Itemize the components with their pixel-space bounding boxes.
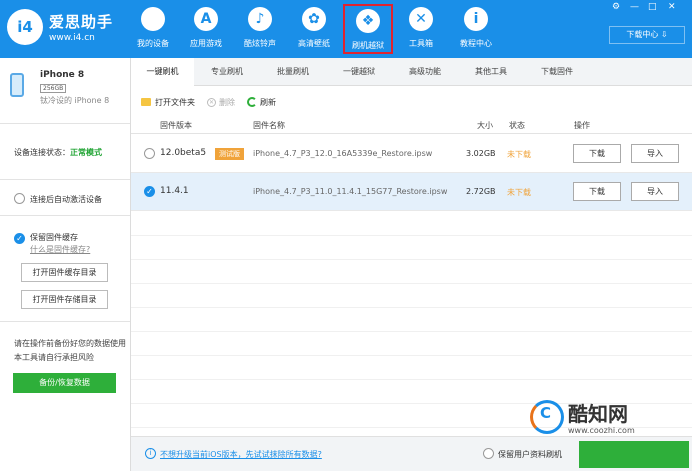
device-name: iPhone 8 bbox=[40, 70, 85, 80]
open-storage-dir-button[interactable]: 打开固件存储目录 bbox=[21, 290, 108, 309]
download-arrow-icon: ⇩ bbox=[660, 30, 668, 39]
nav-tutorials[interactable]: i 教程中心 bbox=[451, 4, 501, 56]
header-version: 固件版本 bbox=[160, 121, 192, 130]
device-model: 钛冷设的 iPhone 8 bbox=[40, 96, 110, 105]
divider bbox=[0, 123, 130, 124]
device-capacity: 256GB bbox=[40, 84, 67, 93]
empty-row bbox=[131, 308, 692, 332]
empty-row bbox=[131, 260, 692, 284]
tab-other-tools[interactable]: 其他工具 bbox=[458, 58, 524, 86]
header-name: 固件名称 bbox=[253, 121, 285, 130]
app-title: 爱思助手 bbox=[49, 13, 114, 31]
download-center-button[interactable]: 下载中心 ⇩ bbox=[609, 26, 685, 44]
tab-batch-flash[interactable]: 批量刷机 bbox=[260, 58, 326, 86]
watermark: C 酷知网 www.coozhi.com bbox=[530, 396, 680, 444]
empty-row bbox=[131, 236, 692, 260]
firmware-size: 3.02GB bbox=[466, 149, 496, 158]
empty-row bbox=[131, 284, 692, 308]
info-circle-icon: i bbox=[145, 448, 156, 459]
connection-status: 设备连接状态：正常模式 bbox=[14, 148, 102, 157]
nav-my-device[interactable]: 我的设备 bbox=[128, 4, 178, 56]
what-is-cache-link[interactable]: 什么是固件缓存? bbox=[30, 244, 90, 255]
firmware-size: 2.72GB bbox=[466, 187, 496, 196]
settings-icon[interactable]: ⚙ bbox=[612, 2, 620, 12]
minimize-icon[interactable]: — bbox=[630, 2, 639, 12]
header-size: 大小 bbox=[477, 121, 493, 130]
firmware-name: iPhone_4.7_P3_11.0_11.4.1_15G77_Restore.… bbox=[253, 187, 448, 196]
delete-icon: ✕ bbox=[207, 97, 216, 107]
divider bbox=[0, 321, 130, 322]
nav-toolbox[interactable]: ✕ 工具箱 bbox=[396, 4, 446, 56]
firmware-selected-check[interactable]: ✓ bbox=[144, 186, 155, 197]
erase-data-link[interactable]: 不想升级当前iOS版本，先试试抹除所有数据? bbox=[160, 449, 322, 460]
nav-ringtones[interactable]: ♪ 酷炫铃声 bbox=[235, 4, 285, 56]
beta-badge: 测试版 bbox=[215, 148, 244, 160]
wallpaper-icon: ✿ bbox=[302, 7, 326, 31]
info-icon: i bbox=[464, 7, 488, 31]
app-store-icon: A bbox=[194, 7, 218, 31]
delete-button[interactable]: ✕ 删除 bbox=[207, 97, 235, 108]
tab-pro-flash[interactable]: 专业刷机 bbox=[194, 58, 260, 86]
nav-apps-games[interactable]: A 应用游戏 bbox=[181, 4, 231, 56]
empty-row bbox=[131, 212, 692, 236]
open-cache-dir-button[interactable]: 打开固件缓存目录 bbox=[21, 263, 108, 282]
app-logo: i4 爱思助手 www.i4.cn bbox=[7, 9, 113, 45]
watermark-url: www.coozhi.com bbox=[568, 426, 635, 435]
tab-advanced[interactable]: 高级功能 bbox=[392, 58, 458, 86]
tools-icon: ✕ bbox=[409, 7, 433, 31]
import-button[interactable]: 导入 bbox=[631, 182, 679, 201]
refresh-icon bbox=[247, 97, 257, 107]
backup-restore-button[interactable]: 备份/恢复数据 bbox=[13, 373, 116, 393]
apple-icon bbox=[141, 7, 165, 31]
import-button[interactable]: 导入 bbox=[631, 144, 679, 163]
divider bbox=[0, 215, 130, 216]
auto-activate-radio[interactable] bbox=[14, 193, 25, 204]
tab-bar: 一键刷机 专业刷机 批量刷机 一键越狱 高级功能 其他工具 下载固件 bbox=[131, 58, 692, 87]
download-button[interactable]: 下载 bbox=[573, 144, 621, 163]
folder-icon bbox=[141, 98, 151, 106]
nav-flash-jailbreak[interactable]: ❖ 刷机越狱 bbox=[343, 4, 393, 54]
tab-download-firmware[interactable]: 下载固件 bbox=[524, 58, 590, 86]
close-icon[interactable]: ✕ bbox=[668, 2, 676, 12]
firmware-version: 11.4.1 bbox=[160, 186, 189, 196]
tab-one-click-flash[interactable]: 一键刷机 bbox=[131, 58, 194, 87]
backup-warning: 请在操作前备份好您的数据使用本工具请自行承担风险 bbox=[14, 339, 126, 362]
download-button[interactable]: 下载 bbox=[573, 182, 621, 201]
table-row[interactable]: ✓ 11.4.1 iPhone_4.7_P3_11.0_11.4.1_15G77… bbox=[131, 173, 692, 211]
firmware-name: iPhone_4.7_P3_12.0_16A5339e_Restore.ipsw bbox=[253, 149, 433, 158]
i4-logo-icon: i4 bbox=[7, 9, 43, 45]
app-url: www.i4.cn bbox=[49, 33, 95, 43]
table-row[interactable]: 12.0beta5 测试版 iPhone_4.7_P3_12.0_16A5339… bbox=[131, 135, 692, 173]
dropbox-icon: ❖ bbox=[356, 9, 380, 33]
firmware-version: 12.0beta5 bbox=[160, 148, 207, 158]
divider bbox=[0, 179, 130, 180]
phone-icon bbox=[10, 73, 24, 97]
table-header: 固件版本 固件名称 大小 状态 操作 bbox=[131, 117, 692, 134]
watermark-text: 酷知网 bbox=[568, 402, 628, 426]
refresh-button[interactable]: 刷新 bbox=[247, 97, 276, 108]
open-folder-button[interactable]: 打开文件夹 bbox=[141, 97, 195, 108]
header-actions: 操作 bbox=[574, 121, 590, 130]
tab-one-click-jailbreak[interactable]: 一键越狱 bbox=[326, 58, 392, 86]
keep-cache-label: 保留固件缓存 bbox=[30, 233, 78, 242]
keep-data-radio[interactable] bbox=[483, 448, 494, 459]
keep-data-label: 保留用户资料刷机 bbox=[498, 450, 562, 459]
firmware-status: 未下载 bbox=[507, 150, 531, 159]
sidebar: iPhone 8 256GB 钛冷设的 iPhone 8 设备连接状态：正常模式… bbox=[0, 58, 131, 471]
nav-wallpapers[interactable]: ✿ 高清壁纸 bbox=[289, 4, 339, 56]
empty-row bbox=[131, 356, 692, 380]
empty-row bbox=[131, 332, 692, 356]
bell-icon: ♪ bbox=[248, 7, 272, 31]
maximize-icon[interactable]: □ bbox=[648, 2, 657, 12]
firmware-select-radio[interactable] bbox=[144, 148, 155, 159]
auto-activate-label: 连接后自动激活设备 bbox=[30, 195, 102, 204]
top-bar: i4 爱思助手 www.i4.cn 我的设备 A 应用游戏 ♪ 酷炫铃声 ✿ 高… bbox=[0, 0, 692, 58]
keep-cache-checkbox[interactable]: ✓ bbox=[14, 233, 25, 244]
flash-now-button[interactable] bbox=[579, 441, 689, 468]
status-badge: 正常模式 bbox=[70, 148, 102, 157]
toolbar: 打开文件夹 ✕ 删除 刷新 bbox=[141, 95, 288, 109]
header-status: 状态 bbox=[509, 121, 525, 130]
firmware-status: 未下载 bbox=[507, 188, 531, 197]
